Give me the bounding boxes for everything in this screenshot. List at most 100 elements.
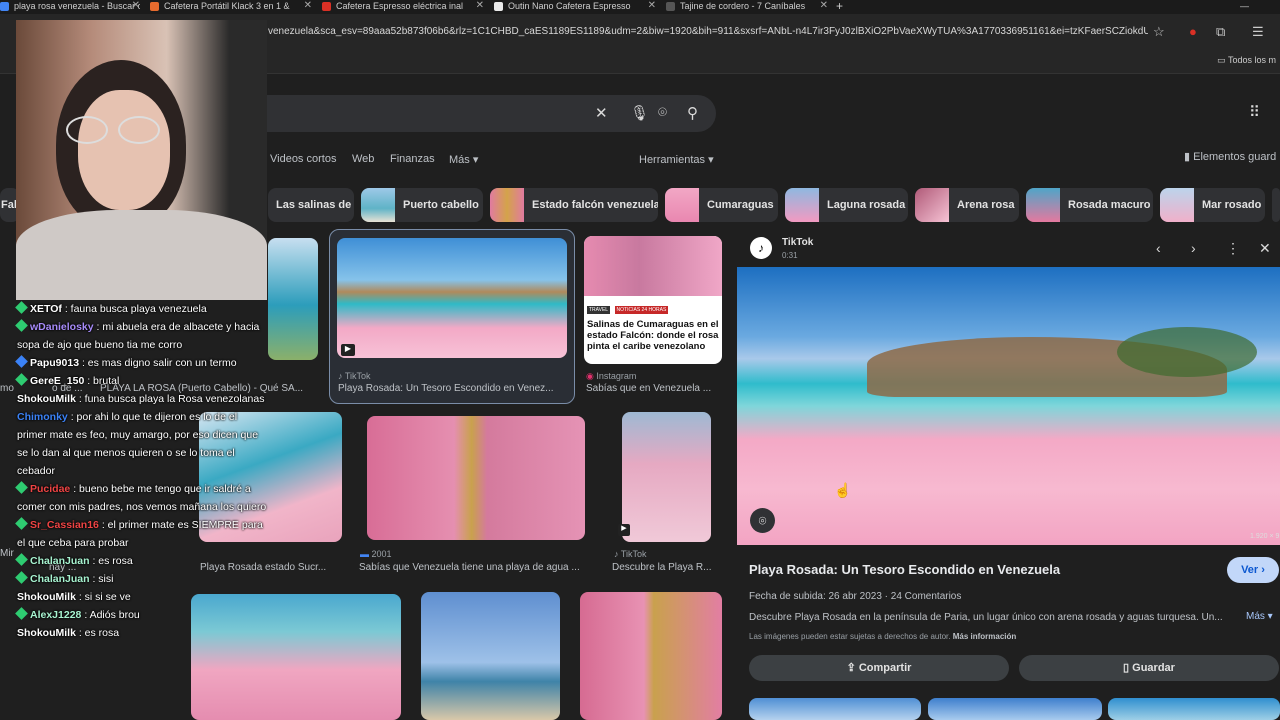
chip-thumbnail: [1026, 188, 1060, 222]
result-title[interactable]: Descubre la Playa R...: [612, 562, 720, 573]
result-image[interactable]: [337, 238, 567, 358]
result-title[interactable]: Sabías que Venezuela tiene una playa de …: [359, 562, 591, 573]
image-size: 1.920 × 9: [1250, 533, 1280, 540]
more-info-link[interactable]: Más información: [953, 632, 1017, 641]
more-options-icon[interactable]: ⋮: [1226, 240, 1240, 257]
bookmark-icon: ▯: [1123, 662, 1133, 674]
related-image[interactable]: [928, 698, 1102, 720]
chip-laguna-rosada[interactable]: Laguna rosada: [785, 188, 908, 222]
panel-title[interactable]: Playa Rosada: Un Tesoro Escondido en Ven…: [749, 562, 1060, 577]
amazon-icon: [494, 2, 503, 12]
result-image[interactable]: [580, 592, 722, 720]
close-icon[interactable]: ✕: [132, 0, 140, 12]
chip-cumaraguas[interactable]: Cumaraguas: [665, 188, 778, 222]
panel-source[interactable]: TikTok: [782, 237, 813, 248]
result-image[interactable]: [622, 412, 711, 542]
close-icon[interactable]: ✕: [304, 0, 312, 12]
puzzle-icon[interactable]: ⧉: [1216, 24, 1225, 40]
apps-icon[interactable]: ⠿: [1249, 103, 1260, 121]
chat-message: ChalanJuan : es rosa: [14, 552, 268, 570]
chat-message: AlexJ1228 : Adiós brou: [14, 606, 268, 624]
tab-3[interactable]: Cafetera Espresso eléctrica inal ✕: [322, 0, 484, 14]
tab-5[interactable]: Tajine de cordero - 7 Caníbales ✕: [666, 0, 828, 14]
mic-icon[interactable]: 🎙: [630, 104, 649, 122]
chat-username: Chimonky: [17, 411, 68, 423]
panel-description: Descubre Playa Rosada en la península de…: [749, 612, 1223, 623]
chip-label: Estado falcón venezuela: [532, 199, 658, 211]
chat-username: GereE_150: [30, 375, 85, 387]
clear-icon[interactable]: ✕: [595, 104, 608, 122]
next-icon[interactable]: ›: [1191, 240, 1196, 256]
play-icon: ▶: [341, 344, 355, 356]
related-image[interactable]: [749, 698, 921, 720]
lens-icon[interactable]: ⌾: [658, 104, 667, 121]
tab-4[interactable]: Outin Nano Cafetera Espresso ✕: [494, 0, 656, 14]
search-icon[interactable]: ⚲: [687, 104, 698, 122]
upload-date: Fecha de subida: 26 abr 2023 · 24 Coment…: [749, 591, 962, 602]
close-icon[interactable]: ✕: [1259, 240, 1271, 257]
chip-rosada-macuro[interactable]: Rosada macuro: [1026, 188, 1153, 222]
chat-username: Papu9013: [30, 357, 80, 369]
more-button[interactable]: Más ▾: [1246, 611, 1273, 622]
instagram-icon: ◉: [586, 371, 597, 381]
tab-short-videos[interactable]: Videos cortos: [270, 153, 336, 165]
result-title[interactable]: Sabías que en Venezuela ...: [586, 383, 722, 394]
new-tab-button[interactable]: +: [836, 0, 848, 14]
save-button[interactable]: ▯ Guardar: [1019, 655, 1279, 681]
tab-finance[interactable]: Finanzas: [390, 153, 435, 165]
chip-overflow[interactable]: [1272, 188, 1280, 222]
copyright-text: Las imágenes pueden estar sujetas a dere…: [749, 632, 951, 641]
tab-label: Tajine de cordero - 7 Caníbales: [680, 1, 806, 11]
chip-estado-falcon[interactable]: Estado falcón venezuela: [490, 188, 658, 222]
result-title[interactable]: mosta: [0, 383, 14, 394]
badge-icon: [15, 571, 28, 584]
save-label: Guardar: [1132, 662, 1175, 674]
close-icon[interactable]: ✕: [648, 0, 656, 12]
result-image[interactable]: [367, 416, 585, 540]
chip-label: Arena rosa: [957, 199, 1015, 211]
prev-icon[interactable]: ‹: [1156, 240, 1161, 256]
preview-image[interactable]: [737, 267, 1280, 545]
tab-more[interactable]: Más ▾: [449, 153, 478, 166]
result-image[interactable]: TRAVEL NOTICIAS 24 HORAS Salinas de Cuma…: [584, 236, 722, 364]
star-icon[interactable]: ☆: [1153, 24, 1165, 40]
all-bookmarks[interactable]: ▭ Todos los m: [1217, 55, 1276, 66]
chat-message: XETOf : fauna busca playa venezuela: [14, 300, 268, 318]
bookmark-icon: ▮: [1184, 151, 1194, 163]
tools-button[interactable]: Herramientas ▾: [639, 153, 714, 166]
lens-icon[interactable]: ⌾: [750, 508, 775, 533]
related-image[interactable]: [1108, 698, 1280, 720]
result-title[interactable]: Playa Rosada: Un Tesoro Escondido en Ven…: [338, 383, 566, 394]
close-icon[interactable]: ✕: [476, 0, 484, 12]
minimize-icon[interactable]: —: [1240, 0, 1252, 14]
extension-icon[interactable]: ●: [1189, 24, 1197, 39]
result-title[interactable]: Mira: [0, 548, 14, 559]
menu-icon[interactable]: ☰: [1252, 24, 1264, 40]
visit-button[interactable]: Ver ›: [1227, 557, 1279, 583]
close-icon[interactable]: ✕: [820, 0, 828, 12]
url-field[interactable]: venezuela&sca_esv=89aaa52b873f06b6&rlz=1…: [268, 26, 1148, 37]
chip-puerto-cabello[interactable]: Puerto cabello: [361, 188, 483, 222]
tab-2[interactable]: Cafetera Portátil Klack 3 en 1 & ✕: [150, 0, 312, 14]
share-label: Compartir: [858, 662, 912, 674]
chip-mar-rosado[interactable]: Mar rosado: [1160, 188, 1265, 222]
chat-message: ShokouMilk : si si se ve: [14, 588, 268, 606]
stream-chat: XETOf : fauna busca playa venezuela wDan…: [14, 300, 268, 720]
tab-label: Cafetera Portátil Klack 3 en 1 &: [164, 1, 290, 11]
result-image[interactable]: [421, 592, 560, 720]
share-icon: ⇪: [846, 662, 859, 674]
badge-icon: [15, 481, 28, 494]
chat-text: : sisi: [92, 573, 114, 585]
chip-salinas[interactable]: Las salinas de: [268, 188, 354, 222]
saved-items-label: Elementos guard: [1193, 151, 1277, 163]
saved-items-link[interactable]: ▮ Elementos guard: [1184, 150, 1276, 163]
chat-username: ShokouMilk: [17, 393, 76, 405]
tab-1[interactable]: playa rosa venezuela - Buscar c ✕: [0, 0, 140, 14]
chip-arena-rosa[interactable]: Arena rosa: [915, 188, 1019, 222]
chip-label: Cumaraguas: [707, 199, 774, 211]
chat-text: : Adiós brou: [84, 609, 140, 621]
card-tag: NOTICIAS 24 HORAS: [614, 306, 669, 314]
result-image[interactable]: [268, 238, 318, 360]
tab-web[interactable]: Web: [352, 153, 374, 165]
share-button[interactable]: ⇪ Compartir: [749, 655, 1009, 681]
